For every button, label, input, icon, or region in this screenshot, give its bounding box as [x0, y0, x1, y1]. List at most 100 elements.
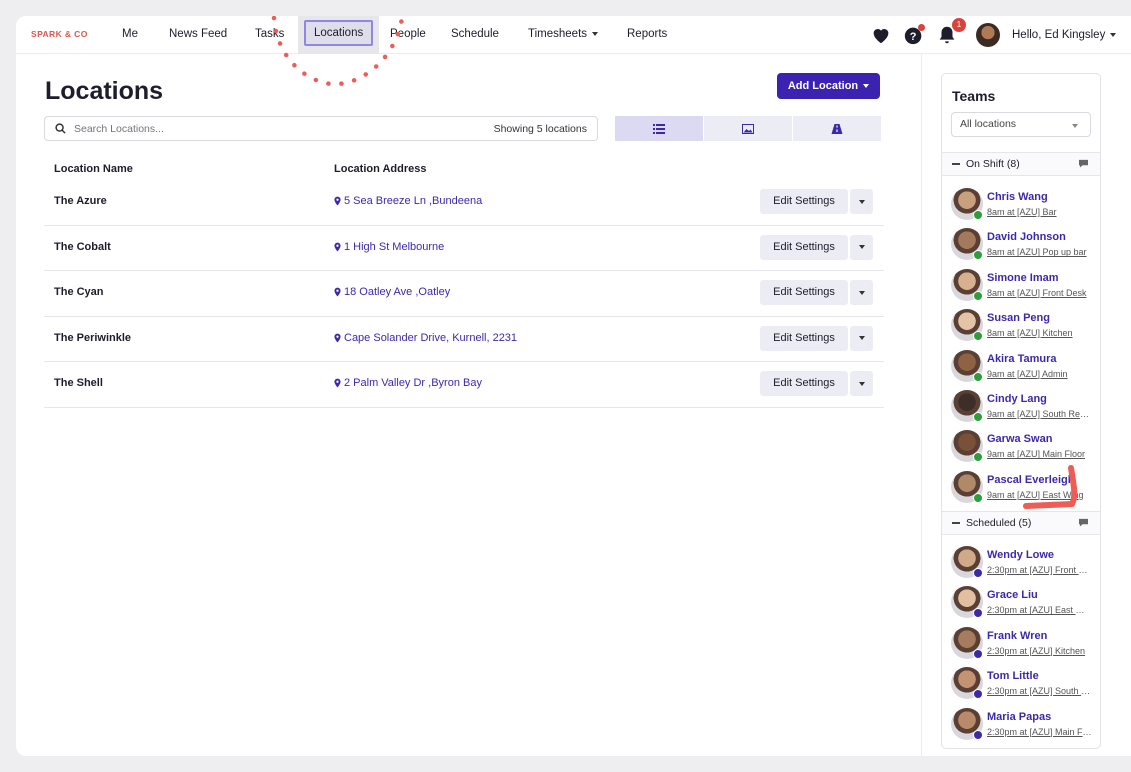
- chat-icon[interactable]: [1078, 518, 1089, 527]
- edit-settings-button[interactable]: Edit Settings: [760, 234, 848, 260]
- nav-item-me[interactable]: Me: [122, 16, 138, 54]
- team-member[interactable]: Susan Peng 8am at [AZU] Kitchen: [951, 309, 1096, 349]
- on-shift-group-header[interactable]: On Shift (8): [942, 152, 1100, 176]
- team-member[interactable]: Grace Liu 2:30pm at [AZU] East Wing: [951, 586, 1096, 626]
- member-name[interactable]: David Johnson: [987, 231, 1066, 243]
- member-shift[interactable]: 2:30pm at [AZU] Kitchen: [987, 646, 1093, 656]
- on-shift-label: On Shift (8): [966, 158, 1020, 170]
- locations-table: Location Name Location Address The Azure…: [44, 160, 884, 408]
- location-name: The Cobalt: [54, 240, 111, 253]
- member-shift[interactable]: 2:30pm at [AZU] East Wing: [987, 605, 1093, 615]
- edit-settings-dropdown[interactable]: [850, 325, 873, 351]
- member-shift[interactable]: 9am at [AZU] Admin: [987, 369, 1093, 379]
- member-name[interactable]: Garwa Swan: [987, 433, 1052, 445]
- list-view-button[interactable]: [615, 116, 703, 141]
- collapse-icon: [952, 522, 960, 524]
- edit-settings-dropdown[interactable]: [850, 189, 873, 214]
- location-address-link[interactable]: 5 Sea Breeze Ln ,Bundeena: [334, 195, 482, 207]
- member-name[interactable]: Pascal Everleigh: [987, 474, 1074, 486]
- help-button[interactable]: ?: [903, 24, 925, 46]
- nav-item-reports[interactable]: Reports: [627, 16, 667, 54]
- location-address-link[interactable]: 2 Palm Valley Dr ,Byron Bay: [334, 377, 482, 389]
- nav-item-timesheets[interactable]: Timesheets: [528, 16, 599, 54]
- location-address-link[interactable]: Cape Solander Drive, Kurnell, 2231: [334, 332, 517, 344]
- user-menu[interactable]: Hello, Ed Kingsley: [976, 23, 1117, 47]
- member-name[interactable]: Tom Little: [987, 670, 1039, 682]
- chevron-down-icon: [858, 290, 865, 295]
- nav-item-timesheets-label: Timesheets: [528, 28, 588, 40]
- status-dot: [973, 568, 983, 578]
- member-shift[interactable]: 8am at [AZU] Pop up bar: [987, 247, 1093, 257]
- status-dot: [973, 412, 983, 422]
- member-name[interactable]: Simone Imam: [987, 272, 1059, 284]
- table-row: The Azure 5 Sea Breeze Ln ,Bundeena Edit S…: [44, 180, 884, 226]
- team-member[interactable]: Wendy Lowe 2:30pm at [AZU] Front Desk: [951, 546, 1096, 586]
- nav-item-schedule[interactable]: Schedule: [451, 16, 499, 54]
- nav-item-locations[interactable]: Locations: [298, 16, 380, 54]
- team-member[interactable]: Cindy Lang 9am at [AZU] South Restaurant: [951, 390, 1096, 430]
- search-bar[interactable]: Showing 5 locations: [44, 116, 598, 141]
- scheduled-group-header[interactable]: Scheduled (5): [942, 511, 1100, 535]
- team-member[interactable]: Akira Tamura 9am at [AZU] Admin: [951, 349, 1096, 390]
- team-member[interactable]: Simone Imam 8am at [AZU] Front Desk: [951, 268, 1096, 309]
- member-name[interactable]: Cindy Lang: [987, 393, 1047, 405]
- member-shift[interactable]: 2:30pm at [AZU] Main Floor: [987, 727, 1093, 737]
- notifications-button[interactable]: 1: [936, 18, 966, 46]
- svg-text:?: ?: [910, 31, 917, 43]
- brand-logo[interactable]: SPARK & CO: [31, 29, 88, 39]
- edit-settings-dropdown[interactable]: [850, 280, 873, 305]
- team-member[interactable]: Tom Little 2:30pm at [AZU] South Restaura…: [951, 667, 1096, 707]
- add-location-label: Add Location: [787, 80, 859, 92]
- collapse-icon: [952, 163, 960, 165]
- edit-settings-dropdown[interactable]: [850, 234, 873, 260]
- search-input[interactable]: [74, 122, 494, 135]
- team-member[interactable]: Garwa Swan 9am at [AZU] Main Floor: [951, 430, 1096, 470]
- location-address-text: 18 Oatley Ave ,Oatley: [344, 286, 451, 298]
- map-view-button[interactable]: [793, 116, 881, 141]
- help-alert-dot: [918, 24, 925, 31]
- image-icon: [742, 123, 754, 134]
- member-shift[interactable]: 9am at [AZU] South Restaurant: [987, 409, 1093, 419]
- member-name[interactable]: Grace Liu: [987, 589, 1038, 601]
- team-member[interactable]: Maria Papas 2:30pm at [AZU] Main Floor: [951, 707, 1096, 748]
- chevron-down-icon: [858, 199, 865, 204]
- edit-settings-dropdown[interactable]: [850, 371, 873, 396]
- nav-item-tasks[interactable]: Tasks: [255, 16, 284, 54]
- edit-settings-button[interactable]: Edit Settings: [760, 280, 848, 305]
- gallery-view-button[interactable]: [704, 116, 792, 141]
- member-name[interactable]: Maria Papas: [987, 711, 1051, 723]
- status-dot: [973, 729, 983, 740]
- chat-icon[interactable]: [1078, 159, 1089, 168]
- add-location-button[interactable]: Add Location: [777, 73, 880, 99]
- team-member[interactable]: Chris Wang 8am at [AZU] Bar: [951, 188, 1096, 228]
- member-shift[interactable]: 9am at [AZU] East Wing: [987, 490, 1093, 500]
- member-name[interactable]: Chris Wang: [987, 191, 1048, 203]
- member-shift[interactable]: 2:30pm at [AZU] South Restaurant: [987, 686, 1093, 696]
- team-member[interactable]: Pascal Everleigh 9am at [AZU] East Wing: [951, 470, 1096, 511]
- edit-settings-button[interactable]: Edit Settings: [760, 371, 848, 396]
- road-icon: [831, 123, 843, 134]
- favorites-button[interactable]: [870, 24, 892, 46]
- top-navigation: SPARK & CO Me News Feed Tasks Locations …: [16, 16, 1131, 54]
- nav-item-news-feed[interactable]: News Feed: [169, 16, 227, 54]
- column-location-name: Location Name: [54, 163, 133, 175]
- member-shift[interactable]: 8am at [AZU] Bar: [987, 207, 1093, 217]
- member-name[interactable]: Frank Wren: [987, 630, 1047, 642]
- member-shift[interactable]: 9am at [AZU] Main Floor: [987, 449, 1093, 459]
- member-name[interactable]: Wendy Lowe: [987, 549, 1054, 561]
- location-address-link[interactable]: 1 High St Melbourne: [334, 241, 444, 253]
- team-member[interactable]: David Johnson 8am at [AZU] Pop up bar: [951, 228, 1096, 268]
- edit-settings-button[interactable]: Edit Settings: [760, 189, 848, 214]
- nav-item-people[interactable]: People: [390, 16, 426, 54]
- map-pin-icon: [334, 287, 341, 297]
- member-name[interactable]: Akira Tamura: [987, 353, 1057, 365]
- chevron-down-icon: [858, 245, 865, 249]
- edit-settings-button[interactable]: Edit Settings: [760, 325, 848, 351]
- member-shift[interactable]: 8am at [AZU] Kitchen: [987, 328, 1093, 338]
- member-shift[interactable]: 2:30pm at [AZU] Front Desk: [987, 565, 1093, 575]
- location-address-link[interactable]: 18 Oatley Ave ,Oatley: [334, 286, 450, 298]
- team-member[interactable]: Frank Wren 2:30pm at [AZU] Kitchen: [951, 626, 1096, 667]
- member-shift[interactable]: 8am at [AZU] Front Desk: [987, 288, 1093, 298]
- member-name[interactable]: Susan Peng: [987, 312, 1050, 324]
- location-filter-select[interactable]: All locations: [951, 112, 1091, 137]
